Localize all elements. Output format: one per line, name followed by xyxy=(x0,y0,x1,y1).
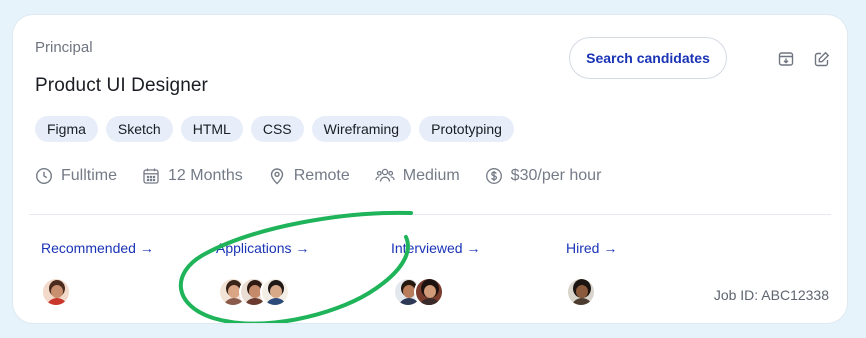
meta-location: Remote xyxy=(268,167,350,185)
job-meta: Fulltime 12 Months Remote Medium $30/per… xyxy=(35,167,626,185)
dollar-icon xyxy=(485,168,502,184)
tag-wireframing: Wireframing xyxy=(311,116,412,142)
meta-duration-label: 12 Months xyxy=(168,167,243,184)
job-title: Product UI Designer xyxy=(35,75,208,96)
clock-icon xyxy=(35,167,53,185)
calendar-icon xyxy=(143,168,159,184)
tag-html: HTML xyxy=(180,116,243,142)
avatar[interactable] xyxy=(260,277,290,307)
meta-rate: $30/per hour xyxy=(485,167,602,185)
meta-type: Fulltime xyxy=(35,167,117,185)
stage-recommended[interactable]: Recommended → xyxy=(41,240,154,256)
tag-figma: Figma xyxy=(35,116,98,142)
meta-size: Medium xyxy=(375,167,460,185)
applications-avatars xyxy=(218,277,290,307)
avatar[interactable] xyxy=(414,277,444,307)
divider xyxy=(29,214,831,215)
job-level: Principal xyxy=(35,39,93,56)
team-icon xyxy=(375,168,395,182)
location-pin-icon xyxy=(270,168,283,185)
tag-prototyping: Prototyping xyxy=(419,116,514,142)
meta-duration: 12 Months xyxy=(142,167,243,185)
avatar[interactable] xyxy=(566,277,596,307)
job-id: Job ID: ABC12338 xyxy=(713,287,829,303)
meta-type-label: Fulltime xyxy=(61,167,118,184)
skill-tags: Figma Sketch HTML CSS Wireframing Protot… xyxy=(35,116,514,142)
meta-size-label: Medium xyxy=(402,167,460,184)
hired-avatars xyxy=(566,277,596,307)
interviewed-avatars xyxy=(393,277,444,307)
meta-rate-label: $30/per hour xyxy=(510,167,602,184)
tag-sketch: Sketch xyxy=(105,116,173,142)
job-card: Principal Product UI Designer Search can… xyxy=(13,15,847,323)
stage-hired[interactable]: Hired → xyxy=(566,240,617,256)
stage-applications[interactable]: Applications → xyxy=(216,240,309,256)
edit-icon[interactable] xyxy=(812,50,830,68)
avatar[interactable] xyxy=(41,277,71,307)
search-candidates-button[interactable]: Search candidates xyxy=(569,37,727,79)
stage-interviewed[interactable]: Interviewed → xyxy=(391,240,480,256)
archive-icon[interactable] xyxy=(777,50,795,68)
recommended-avatars xyxy=(41,277,71,307)
tag-css: CSS xyxy=(250,116,304,142)
meta-location-label: Remote xyxy=(293,167,350,184)
